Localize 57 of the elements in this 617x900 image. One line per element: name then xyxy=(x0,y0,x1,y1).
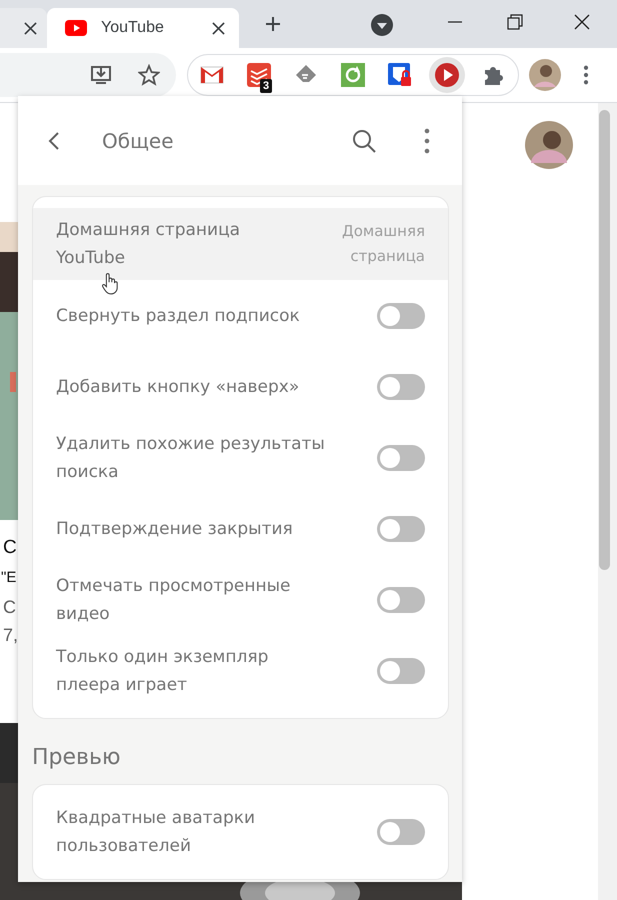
menu-icon[interactable] xyxy=(424,128,430,154)
page-text: 7, xyxy=(3,624,18,647)
settings-row[interactable]: Свернуть раздел подписок xyxy=(33,280,448,351)
dropdown-icon[interactable] xyxy=(371,14,393,36)
setting-label: Подтверждение закрытия xyxy=(56,518,294,540)
refresh-icon xyxy=(341,63,365,87)
back-icon[interactable] xyxy=(48,130,60,150)
address-bar[interactable] xyxy=(0,53,176,97)
section-title: Превью xyxy=(32,744,122,772)
avatar-icon[interactable] xyxy=(529,59,561,91)
count-badge: 3 xyxy=(260,79,272,93)
browser-tab[interactable]: YouTube xyxy=(47,8,239,48)
settings-row[interactable]: Добавить кнопку «наверх» xyxy=(33,351,448,422)
settings-row[interactable]: Отмечать просмотренные видео xyxy=(33,564,448,635)
setting-label: Отмечать просмотренные видео xyxy=(56,574,292,626)
shield-lock-icon xyxy=(388,63,412,87)
play-icon xyxy=(435,63,459,87)
install-icon[interactable] xyxy=(90,64,112,86)
close-icon[interactable] xyxy=(24,22,37,34)
toggle-switch[interactable] xyxy=(377,302,425,328)
scrollbar-thumb[interactable] xyxy=(599,110,610,570)
page-text: С xyxy=(3,596,17,619)
page-text: С xyxy=(3,536,18,560)
setting-label: Свернуть раздел подписок xyxy=(56,304,301,328)
hand-cursor-icon xyxy=(101,273,119,295)
setting-label: Добавить кнопку «наверх» xyxy=(56,376,300,398)
new-tab-icon[interactable] xyxy=(265,16,281,32)
toggle-switch[interactable] xyxy=(377,818,425,844)
restore-icon[interactable] xyxy=(507,14,523,30)
browser-tab[interactable] xyxy=(0,8,47,48)
tab-title: YouTube xyxy=(101,19,165,37)
settings-row[interactable]: Удалить похожие результаты поиска xyxy=(33,422,448,493)
setting-label: Удалить похожие результаты поиска xyxy=(56,432,326,484)
toggle-switch[interactable] xyxy=(377,374,425,400)
close-icon[interactable] xyxy=(212,22,225,34)
setting-value: Домашняя страница xyxy=(341,221,425,267)
menu-icon[interactable] xyxy=(583,65,589,85)
setting-label: Домашняя страница YouTube xyxy=(56,219,242,270)
play-logo-icon xyxy=(65,20,87,36)
settings-row[interactable]: Квадратные аватарки пользователей xyxy=(33,796,448,867)
toggle-switch[interactable] xyxy=(377,658,425,684)
settings-row[interactable]: Подтверждение закрытия xyxy=(33,493,448,564)
scrollbar[interactable] xyxy=(598,103,617,900)
close-icon[interactable] xyxy=(574,14,590,30)
page-text: "Е xyxy=(1,568,18,588)
star-icon[interactable] xyxy=(138,64,160,86)
extension-button[interactable]: 3 xyxy=(241,57,277,93)
search-icon[interactable] xyxy=(352,128,376,152)
panel-title: Общее xyxy=(102,128,175,152)
setting-label: Только один экземпляр плеера играет xyxy=(56,646,270,696)
avatar-icon[interactable] xyxy=(525,121,573,169)
setting-label: Квадратные аватарки пользователей xyxy=(56,806,256,858)
toggle-switch[interactable] xyxy=(377,444,425,470)
toggle-switch[interactable] xyxy=(377,516,425,542)
settings-row[interactable]: Только один экземпляр плеера играет xyxy=(33,635,448,706)
extension-button[interactable] xyxy=(429,57,465,93)
toggle-switch[interactable] xyxy=(377,586,425,612)
